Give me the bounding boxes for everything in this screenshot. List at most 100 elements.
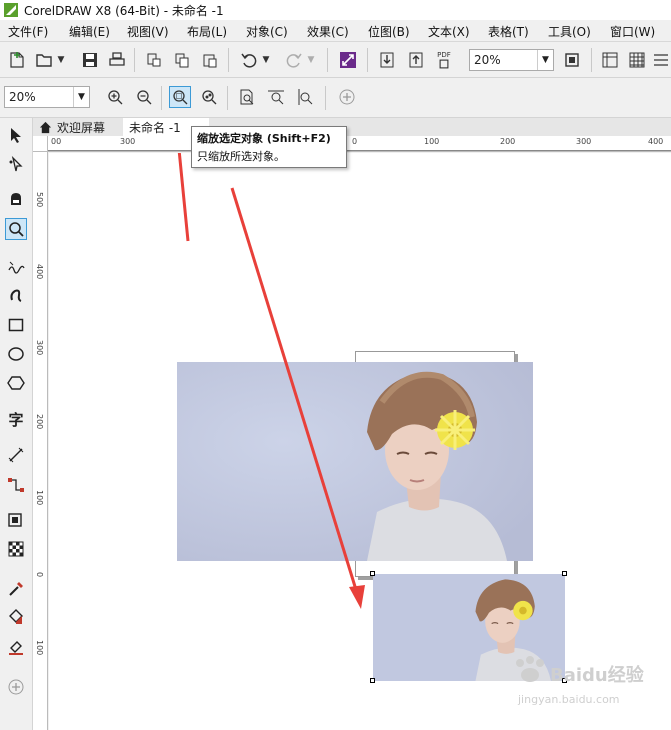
hruler-label: 00 bbox=[51, 137, 62, 146]
menu-tools[interactable]: 工具(O) bbox=[548, 23, 591, 40]
pick-tool-icon[interactable] bbox=[5, 124, 27, 146]
home-icon bbox=[39, 121, 52, 133]
open-folder-icon[interactable] bbox=[33, 49, 55, 71]
property-zoom-value: 20% bbox=[9, 90, 36, 104]
eyedropper-icon[interactable] bbox=[5, 578, 27, 600]
crop-tool-icon[interactable] bbox=[5, 188, 27, 210]
add-preset-icon[interactable] bbox=[336, 86, 358, 108]
drawing-canvas[interactable]: Baidu经验 jingyan.baidu.com bbox=[49, 153, 671, 730]
zoom-to-width-icon[interactable] bbox=[265, 86, 287, 108]
tooltip: 缩放选定对象 (Shift+F2) 只缩放所选对象。 bbox=[191, 126, 347, 168]
add-tool-icon[interactable] bbox=[5, 676, 27, 698]
hruler-label: 200 bbox=[500, 137, 516, 146]
toolbox: 字 bbox=[0, 118, 33, 730]
cut-icon[interactable] bbox=[143, 49, 165, 71]
vruler-label: 200 bbox=[35, 414, 44, 430]
tooltip-description: 只缩放所选对象。 bbox=[197, 150, 285, 163]
redo-dropdown-arrow-icon[interactable]: ▼ bbox=[305, 49, 317, 71]
vruler-label: 100 bbox=[35, 490, 44, 506]
watermark-brand: Baidu经验 bbox=[550, 665, 644, 686]
polygon-tool-icon[interactable] bbox=[5, 372, 27, 394]
chevron-down-icon[interactable]: ▼ bbox=[73, 87, 89, 107]
annotation-arrows bbox=[177, 153, 365, 609]
title-bar: CorelDRAW X8 (64-Bit) - 未命名 -1 bbox=[0, 0, 671, 20]
copy-icon[interactable] bbox=[171, 49, 193, 71]
zoom-level-value: 20% bbox=[474, 53, 501, 67]
search-content-icon[interactable] bbox=[337, 49, 359, 71]
menu-table[interactable]: 表格(T) bbox=[488, 23, 529, 40]
menu-effects[interactable]: 效果(C) bbox=[307, 23, 349, 40]
hruler-label: 0 bbox=[352, 137, 358, 146]
vertical-ruler[interactable]: 500 400 300 200 100 0 100 bbox=[33, 152, 48, 730]
menu-bar: 文件(F) 编辑(E) 视图(V) 布局(L) 对象(C) 效果(C) 位图(B… bbox=[0, 20, 671, 42]
horizontal-ruler[interactable]: 00 300 200 100 0 100 200 300 400 bbox=[48, 136, 671, 152]
text-tool-icon[interactable]: 字 bbox=[5, 408, 27, 430]
ellipse-tool-icon[interactable] bbox=[5, 343, 27, 365]
open-dropdown-arrow-icon[interactable]: ▼ bbox=[55, 49, 67, 71]
tab-document-label: 未命名 -1 bbox=[129, 121, 181, 135]
vruler-label: 400 bbox=[35, 264, 44, 280]
zoom-selected-icon[interactable] bbox=[169, 86, 191, 108]
export-icon[interactable] bbox=[405, 49, 427, 71]
snap-to-icon[interactable] bbox=[652, 49, 670, 71]
tab-welcome-screen[interactable]: 欢迎屏幕 bbox=[33, 118, 121, 136]
menu-edit[interactable]: 编辑(E) bbox=[69, 23, 110, 40]
show-rulers-icon[interactable] bbox=[599, 49, 621, 71]
show-grid-icon[interactable] bbox=[626, 49, 648, 71]
hruler-label: 300 bbox=[120, 137, 136, 146]
document-tabs: 欢迎屏幕 未命名 -1 bbox=[33, 118, 671, 136]
parallel-dimension-icon[interactable] bbox=[5, 444, 27, 466]
menu-text[interactable]: 文本(X) bbox=[428, 23, 470, 40]
print-icon[interactable] bbox=[106, 49, 128, 71]
menu-bitmaps[interactable]: 位图(B) bbox=[368, 23, 410, 40]
property-zoom-combo[interactable]: 20% ▼ bbox=[4, 86, 90, 108]
import-icon[interactable] bbox=[376, 49, 398, 71]
menu-object[interactable]: 对象(C) bbox=[246, 23, 288, 40]
menu-window[interactable]: 窗口(W) bbox=[610, 23, 655, 40]
zoom-to-height-icon[interactable] bbox=[294, 86, 316, 108]
baidu-paw-icon bbox=[516, 656, 544, 682]
interactive-fill-icon[interactable] bbox=[5, 606, 27, 628]
menu-layout[interactable]: 布局(L) bbox=[187, 23, 227, 40]
new-document-icon[interactable] bbox=[6, 49, 28, 71]
drop-shadow-icon[interactable] bbox=[5, 510, 27, 532]
hruler-label: 100 bbox=[424, 137, 440, 146]
menu-file[interactable]: 文件(F) bbox=[8, 23, 48, 40]
annotation-arrow bbox=[230, 187, 359, 594]
publish-pdf-icon[interactable]: PDF bbox=[432, 48, 456, 72]
full-screen-preview-icon[interactable] bbox=[561, 49, 583, 71]
redo-icon[interactable] bbox=[283, 49, 305, 71]
zoom-all-objects-icon[interactable] bbox=[198, 86, 220, 108]
zoom-out-icon[interactable] bbox=[133, 86, 155, 108]
zoom-tool-icon[interactable] bbox=[5, 218, 27, 240]
artistic-media-icon[interactable] bbox=[5, 284, 27, 306]
menu-view[interactable]: 视图(V) bbox=[127, 23, 169, 40]
transparency-icon[interactable] bbox=[5, 538, 27, 560]
baidu-watermark: Baidu经验 jingyan.baidu.com bbox=[510, 655, 660, 715]
window-title: CorelDRAW X8 (64-Bit) - 未命名 -1 bbox=[24, 4, 224, 18]
connector-tool-icon[interactable] bbox=[5, 474, 27, 496]
shape-tool-icon[interactable] bbox=[5, 154, 27, 176]
chevron-down-icon[interactable]: ▼ bbox=[537, 50, 553, 70]
zoom-in-icon[interactable] bbox=[104, 86, 126, 108]
ruler-origin[interactable] bbox=[33, 136, 48, 152]
vruler-label: 300 bbox=[35, 340, 44, 356]
freehand-tool-icon[interactable] bbox=[5, 256, 27, 278]
zoom-level-combo[interactable]: 20% ▼ bbox=[469, 49, 554, 71]
vruler-label: 500 bbox=[35, 192, 44, 208]
paste-icon[interactable] bbox=[199, 49, 221, 71]
property-bar: 20% ▼ bbox=[0, 78, 671, 118]
vruler-label: 0 bbox=[35, 572, 44, 578]
annotation-arrow bbox=[177, 153, 190, 242]
tab-welcome-label: 欢迎屏幕 bbox=[57, 120, 106, 135]
save-icon[interactable] bbox=[79, 49, 101, 71]
undo-icon[interactable] bbox=[238, 49, 260, 71]
hruler-label: 400 bbox=[648, 137, 664, 146]
undo-dropdown-arrow-icon[interactable]: ▼ bbox=[260, 49, 272, 71]
hruler-label: 300 bbox=[576, 137, 592, 146]
zoom-to-page-icon[interactable] bbox=[236, 86, 258, 108]
vruler-label: 100 bbox=[35, 640, 44, 656]
rectangle-tool-icon[interactable] bbox=[5, 314, 27, 336]
tooltip-title: 缩放选定对象 (Shift+F2) bbox=[197, 132, 331, 145]
smart-fill-icon[interactable] bbox=[5, 636, 27, 658]
